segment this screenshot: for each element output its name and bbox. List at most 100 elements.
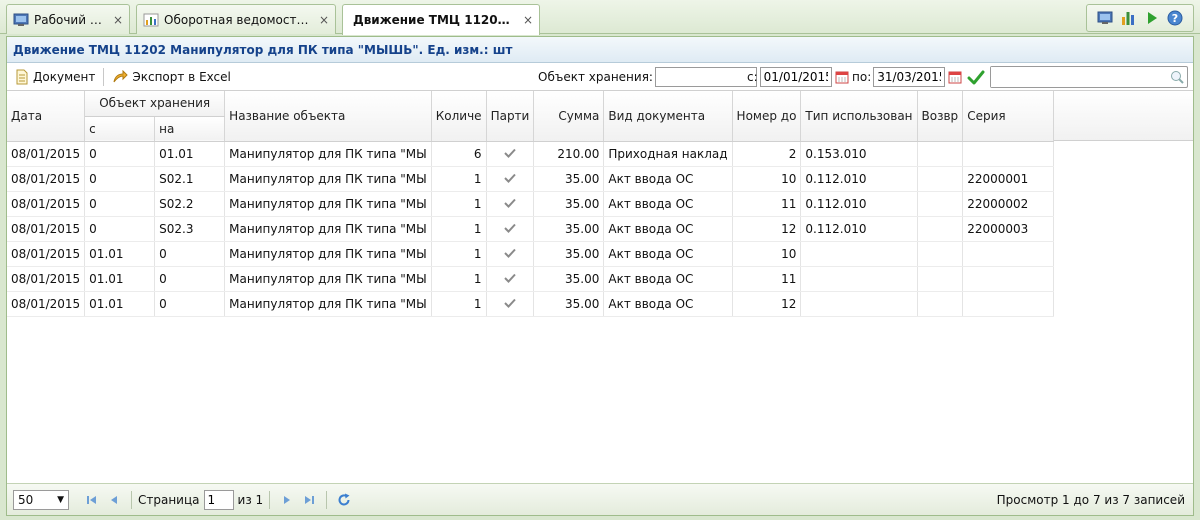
tab-label: Оборотная ведомость ТМЦ xyxy=(164,12,313,27)
cell-name: Манипулятор для ПК типа "МЫ xyxy=(224,291,432,317)
export-excel-label: Экспорт в Excel xyxy=(132,69,231,84)
refresh-icon[interactable] xyxy=(335,491,353,509)
date-from-label: с: xyxy=(747,70,758,84)
cell-usage: 0.153.010 xyxy=(800,141,918,167)
tab-movement[interactable]: Движение ТМЦ 11202 Ман... × xyxy=(342,4,540,35)
cell-to: 0 xyxy=(154,266,226,292)
document-button[interactable]: Документ xyxy=(11,66,99,88)
col-header-date[interactable]: Дата xyxy=(7,91,86,142)
cell-usage xyxy=(800,266,918,292)
tab-strip: Рабочий стол × Оборотная ведомость ТМЦ ×… xyxy=(0,0,1200,35)
play-icon[interactable] xyxy=(1143,10,1161,26)
cell-doc-type: Акт ввода ОС xyxy=(603,216,733,242)
table-row[interactable]: 08/01/2015 01.01 0 Манипулятор для ПК типа … xyxy=(7,266,1055,292)
col-header-doc-num[interactable]: Номер до xyxy=(732,91,802,142)
cell-doc-num: 11 xyxy=(732,266,802,292)
top-toolbar: ? xyxy=(1086,4,1194,32)
close-icon[interactable]: × xyxy=(523,13,533,27)
table-row[interactable]: 08/01/2015 01.01 0 Манипулятор для ПК типа … xyxy=(7,241,1055,267)
calendar-icon[interactable] xyxy=(947,69,963,85)
cell-sum: 210.00 xyxy=(533,141,605,167)
batch-check-icon xyxy=(486,166,535,192)
grid-toolbar: Документ Экспорт в Excel Объект хранения… xyxy=(7,63,1193,91)
first-page-icon[interactable] xyxy=(83,491,101,509)
bar-chart-icon xyxy=(143,13,159,27)
document-button-label: Документ xyxy=(33,69,96,84)
close-icon[interactable]: × xyxy=(113,13,123,27)
col-header-batch[interactable]: Парти xyxy=(486,91,535,142)
col-header-doc-type[interactable]: Вид документа xyxy=(603,91,733,142)
cell-name: Манипулятор для ПК типа "МЫ xyxy=(224,141,432,167)
table-row[interactable]: 08/01/2015 01.01 0 Манипулятор для ПК типа … xyxy=(7,291,1055,317)
next-page-icon[interactable] xyxy=(278,491,296,509)
svg-text:?: ? xyxy=(1172,12,1178,25)
export-arrow-icon xyxy=(113,69,129,82)
cell-doc-num: 10 xyxy=(732,166,802,192)
cell-usage xyxy=(800,291,918,317)
search-input[interactable] xyxy=(991,67,1161,87)
apply-filter-button[interactable] xyxy=(967,63,985,91)
date-to-filter: по: xyxy=(852,63,963,91)
cell-sum: 35.00 xyxy=(533,166,605,192)
cell-doc-num: 2 xyxy=(732,141,802,167)
cell-from: 0 xyxy=(84,216,156,242)
last-page-icon[interactable] xyxy=(300,491,318,509)
cell-to: 01.01 xyxy=(154,141,226,167)
cell-sum: 35.00 xyxy=(533,216,605,242)
cell-name: Манипулятор для ПК типа "МЫ xyxy=(224,216,432,242)
page-number-input[interactable] xyxy=(203,489,234,510)
export-excel-button[interactable]: Экспорт в Excel xyxy=(108,66,235,88)
prev-page-icon[interactable] xyxy=(105,491,123,509)
cell-to: 0 xyxy=(154,241,226,267)
tab-desktop[interactable]: Рабочий стол × xyxy=(6,4,130,34)
cell-sum: 35.00 xyxy=(533,291,605,317)
cell-from: 0 xyxy=(84,166,156,192)
col-header-usage[interactable]: Тип использован xyxy=(800,91,918,142)
help-icon[interactable]: ? xyxy=(1166,10,1184,26)
cell-doc-num: 12 xyxy=(732,291,802,317)
close-icon[interactable]: × xyxy=(319,13,329,27)
cell-from: 01.01 xyxy=(84,266,156,292)
cell-doc-type: Акт ввода ОС xyxy=(603,191,733,217)
tab-turnover[interactable]: Оборотная ведомость ТМЦ × xyxy=(136,4,336,34)
col-header-from[interactable]: с xyxy=(84,116,156,142)
cell-name: Манипулятор для ПК типа "МЫ xyxy=(224,266,432,292)
cell-name: Манипулятор для ПК типа "МЫ xyxy=(224,241,432,267)
col-header-sum[interactable]: Сумма xyxy=(533,91,605,142)
storage-filter-label: Объект хранения: xyxy=(538,70,653,84)
col-header-storage-group: Объект хранения xyxy=(84,91,226,117)
col-header-qty[interactable]: Количе xyxy=(431,91,487,142)
cell-qty: 1 xyxy=(431,266,487,292)
cell-return xyxy=(917,241,964,267)
date-to-input[interactable] xyxy=(873,67,946,87)
calendar-icon[interactable] xyxy=(834,69,850,85)
col-header-return[interactable]: Возвр xyxy=(917,91,964,142)
records-summary: Просмотр 1 до 7 из 7 записей xyxy=(996,493,1185,507)
batch-check-icon xyxy=(486,291,535,317)
desktop-icon xyxy=(13,13,29,27)
table-row[interactable]: 08/01/2015 0 S02.1 Манипулятор для ПК типа … xyxy=(7,166,1055,192)
bar-chart-icon[interactable] xyxy=(1119,10,1137,26)
date-from-input[interactable] xyxy=(759,67,832,87)
table-row[interactable]: 08/01/2015 0 S02.3 Манипулятор для ПК типа … xyxy=(7,216,1055,242)
storage-filter-input[interactable] xyxy=(654,67,757,87)
table-row[interactable]: 08/01/2015 0 01.01 Манипулятор для ПК типа … xyxy=(7,141,1055,167)
cell-date: 08/01/2015 xyxy=(7,241,86,267)
page-size-select[interactable]: 50 ▼ xyxy=(13,489,69,510)
search-icon[interactable] xyxy=(1170,70,1184,87)
cell-sum: 35.00 xyxy=(533,266,605,292)
col-header-to[interactable]: на xyxy=(154,116,226,142)
cell-return xyxy=(917,191,964,217)
page-size-value: 50 xyxy=(18,492,34,507)
main-panel: Движение ТМЦ 11202 Манипулятор для ПК ти… xyxy=(6,36,1194,516)
movement-table: Дата Объект хранения Название объекта Ко… xyxy=(7,91,1055,317)
check-icon xyxy=(967,70,985,85)
col-header-series[interactable]: Серия xyxy=(962,91,1055,142)
desktop-icon[interactable] xyxy=(1096,10,1114,26)
cell-name: Манипулятор для ПК типа "МЫ xyxy=(224,191,432,217)
batch-check-icon xyxy=(486,191,535,217)
col-header-name[interactable]: Название объекта xyxy=(224,91,432,142)
paging-bar: 50 ▼ Страница из 1 Просмотр 1 до 7 из 7 … xyxy=(7,483,1193,515)
table-row[interactable]: 08/01/2015 0 S02.2 Манипулятор для ПК типа … xyxy=(7,191,1055,217)
cell-doc-num: 12 xyxy=(732,216,802,242)
